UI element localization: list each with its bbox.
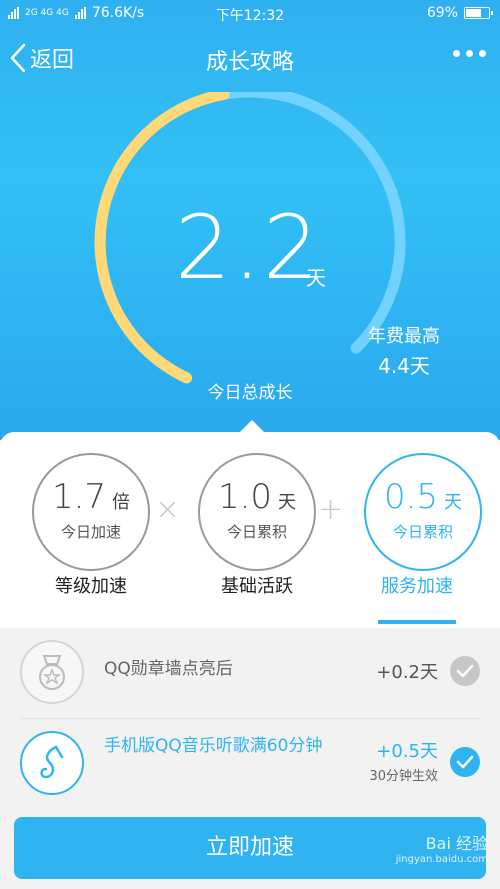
level-speedup-unit: 倍 — [112, 492, 131, 513]
tab-level-speedup[interactable]: 等级加速 — [16, 572, 166, 598]
music-note-icon — [20, 731, 84, 795]
task-text: 手机版QQ音乐听歌满60分钟 — [104, 736, 323, 756]
level-speedup-circle[interactable]: 1.7 倍 今日加速 — [32, 453, 150, 571]
task-item[interactable]: QQ勋章墙点亮后 +0.2天 — [0, 628, 500, 718]
clock: 下午12:32 — [215, 8, 285, 24]
tab-base-active[interactable]: 基础活跃 — [182, 572, 332, 598]
tab-indicator — [378, 620, 456, 624]
today-growth-label: 今日总成长 — [207, 383, 293, 403]
level-speedup-value: 1.7 — [51, 477, 107, 517]
watermark-url: jingyan.baidu.com — [395, 854, 488, 865]
max-growth-label: 年费最高 — [368, 326, 440, 347]
status-bar: 2G 4G 4G 76.6K/s 下午12:32 69% — [0, 0, 500, 28]
tab-service-speedup[interactable]: 服务加速 — [342, 572, 492, 598]
total-growth-value: 2.2 — [175, 196, 321, 299]
medal-icon — [20, 640, 84, 704]
check-icon — [450, 656, 480, 686]
task-bonus: +0.2天 — [376, 662, 438, 683]
dot-icon — [479, 50, 486, 57]
service-speedup-value: 0.5 — [383, 477, 439, 517]
more-menu-button[interactable] — [453, 50, 486, 57]
nav-bar: 返回 成长攻略 — [0, 28, 500, 92]
total-growth-unit: 天 — [306, 266, 326, 290]
battery-icon — [464, 7, 493, 19]
dot-icon — [453, 50, 460, 57]
plus-sign: + — [318, 492, 344, 527]
task-effect-time: 30分钟生效 — [369, 769, 438, 784]
service-speedup-unit: 天 — [444, 492, 463, 513]
multiply-sign: × — [155, 492, 181, 527]
check-icon — [450, 747, 480, 777]
task-text: QQ勋章墙点亮后 — [104, 659, 233, 679]
watermark-text: Bai 经验 — [425, 834, 488, 853]
dot-icon — [466, 50, 473, 57]
task-bonus: +0.5天 — [376, 741, 438, 762]
service-speedup-circle[interactable]: 0.5 天 今日累积 — [364, 453, 482, 571]
base-active-circle[interactable]: 1.0 天 今日累积 — [198, 453, 316, 571]
max-growth-value: 4.4天 — [378, 354, 430, 378]
service-speedup-sub: 今日累积 — [392, 523, 453, 541]
level-speedup-sub: 今日加速 — [60, 523, 121, 541]
base-active-sub: 今日累积 — [226, 523, 287, 541]
baidu-watermark: Bai 经验 jingyan.baidu.com — [396, 830, 488, 865]
battery-percent: 69% — [426, 5, 458, 21]
page-title: 成长攻略 — [205, 50, 294, 75]
pointer-notch — [240, 420, 264, 432]
base-active-value: 1.0 — [217, 477, 273, 517]
task-item[interactable]: 手机版QQ音乐听歌满60分钟 +0.5天 30分钟生效 — [0, 719, 500, 807]
base-active-unit: 天 — [278, 492, 297, 513]
